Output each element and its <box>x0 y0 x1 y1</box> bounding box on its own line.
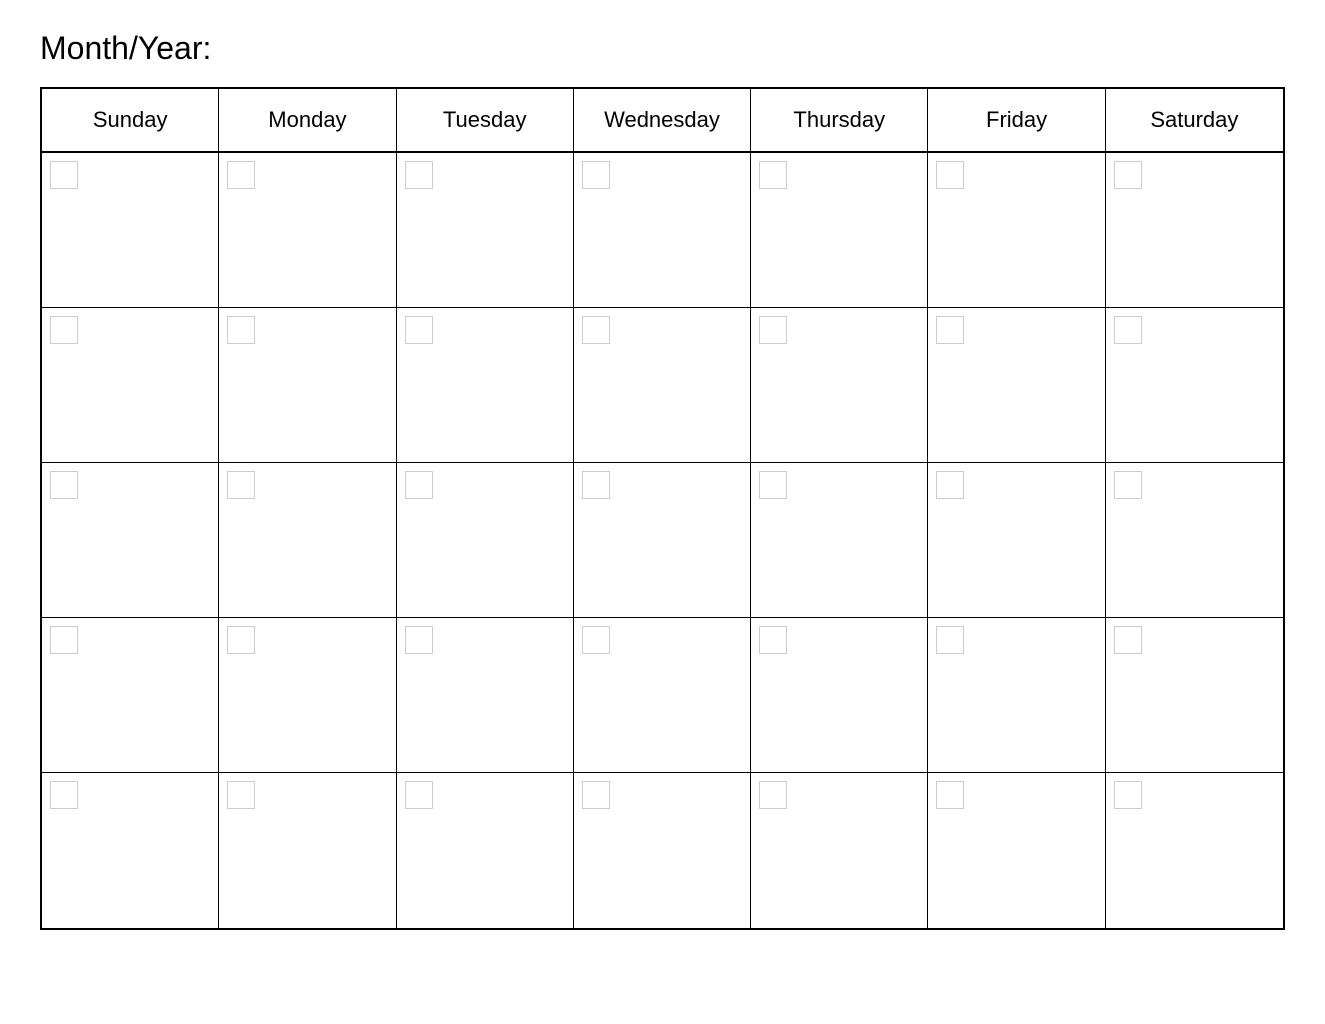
calendar-cell[interactable] <box>574 463 751 617</box>
date-box <box>50 626 78 654</box>
calendar-cell[interactable] <box>1106 308 1283 462</box>
calendar-cell[interactable] <box>928 463 1105 617</box>
date-box <box>227 781 255 809</box>
date-box <box>227 471 255 499</box>
date-box <box>936 316 964 344</box>
date-box <box>227 316 255 344</box>
day-header-tuesday: Tuesday <box>397 89 574 151</box>
date-box <box>405 626 433 654</box>
calendar-cell[interactable] <box>751 463 928 617</box>
calendar-cell[interactable] <box>42 463 219 617</box>
calendar-cell[interactable] <box>928 153 1105 307</box>
calendar-cell[interactable] <box>42 618 219 772</box>
page-title: Month/Year: <box>40 30 1285 67</box>
date-box <box>227 161 255 189</box>
calendar-cell[interactable] <box>397 463 574 617</box>
date-box <box>759 316 787 344</box>
calendar-cell[interactable] <box>219 618 396 772</box>
calendar-cell[interactable] <box>928 618 1105 772</box>
calendar-cell[interactable] <box>397 308 574 462</box>
calendar-cell[interactable] <box>397 153 574 307</box>
calendar-cell[interactable] <box>574 773 751 928</box>
date-box <box>1114 626 1142 654</box>
date-box <box>1114 161 1142 189</box>
date-box <box>227 626 255 654</box>
date-box <box>582 626 610 654</box>
date-box <box>936 471 964 499</box>
calendar-cell[interactable] <box>219 308 396 462</box>
date-box <box>50 161 78 189</box>
calendar-cell[interactable] <box>397 773 574 928</box>
calendar-row <box>42 618 1283 773</box>
date-box <box>936 626 964 654</box>
date-box <box>936 161 964 189</box>
calendar-cell[interactable] <box>219 463 396 617</box>
calendar-cell[interactable] <box>574 618 751 772</box>
date-box <box>759 471 787 499</box>
date-box <box>405 471 433 499</box>
day-header-wednesday: Wednesday <box>574 89 751 151</box>
date-box <box>582 161 610 189</box>
calendar-cell[interactable] <box>1106 463 1283 617</box>
date-box <box>405 781 433 809</box>
day-header-monday: Monday <box>219 89 396 151</box>
calendar-row <box>42 153 1283 308</box>
date-box <box>1114 316 1142 344</box>
date-box <box>582 471 610 499</box>
day-header-sunday: Sunday <box>42 89 219 151</box>
calendar-cell[interactable] <box>219 773 396 928</box>
calendar-cell[interactable] <box>751 153 928 307</box>
date-box <box>759 626 787 654</box>
date-box <box>1114 471 1142 499</box>
calendar-cell[interactable] <box>219 153 396 307</box>
date-box <box>582 316 610 344</box>
calendar-cell[interactable] <box>928 308 1105 462</box>
date-box <box>50 316 78 344</box>
calendar-cell[interactable] <box>1106 153 1283 307</box>
calendar-cell[interactable] <box>42 308 219 462</box>
date-box <box>1114 781 1142 809</box>
date-box <box>936 781 964 809</box>
date-box <box>50 471 78 499</box>
calendar-cell[interactable] <box>574 153 751 307</box>
calendar-cell[interactable] <box>928 773 1105 928</box>
calendar-cell[interactable] <box>751 308 928 462</box>
calendar-row <box>42 308 1283 463</box>
date-box <box>759 161 787 189</box>
day-header-thursday: Thursday <box>751 89 928 151</box>
calendar-cell[interactable] <box>1106 618 1283 772</box>
day-header-saturday: Saturday <box>1106 89 1283 151</box>
calendar-cell[interactable] <box>751 618 928 772</box>
calendar-row <box>42 463 1283 618</box>
date-box <box>582 781 610 809</box>
date-box <box>405 316 433 344</box>
date-box <box>405 161 433 189</box>
calendar-cell[interactable] <box>397 618 574 772</box>
calendar-header: Sunday Monday Tuesday Wednesday Thursday… <box>42 89 1283 153</box>
date-box <box>50 781 78 809</box>
calendar-body <box>42 153 1283 928</box>
date-box <box>759 781 787 809</box>
calendar-cell[interactable] <box>1106 773 1283 928</box>
calendar-cell[interactable] <box>42 773 219 928</box>
calendar-cell[interactable] <box>751 773 928 928</box>
calendar-cell[interactable] <box>574 308 751 462</box>
calendar-row <box>42 773 1283 928</box>
day-header-friday: Friday <box>928 89 1105 151</box>
calendar: Sunday Monday Tuesday Wednesday Thursday… <box>40 87 1285 930</box>
calendar-cell[interactable] <box>42 153 219 307</box>
